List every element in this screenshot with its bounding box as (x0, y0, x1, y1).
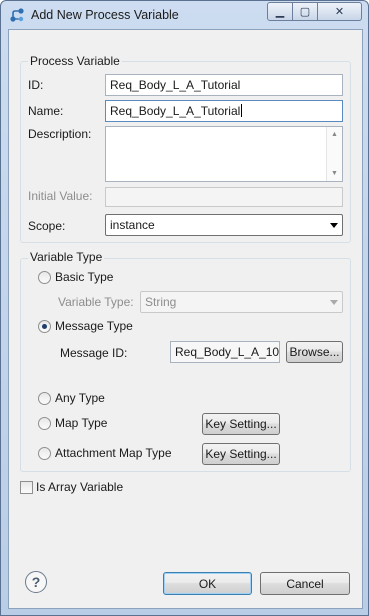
message-id-value: Req_Body_L_A_106 (175, 345, 280, 359)
scroll-down-icon[interactable]: ▼ (331, 170, 338, 177)
name-field[interactable]: Req_Body_L_A_Tutorial (105, 100, 343, 122)
message-id-field[interactable]: Req_Body_L_A_106 (170, 341, 280, 363)
text-cursor (241, 104, 243, 117)
maximize-icon: ▢ (299, 6, 311, 18)
minimize-icon: ▁ (275, 6, 285, 18)
id-label: ID: (28, 78, 44, 92)
name-value: Req_Body_L_A_Tutorial (110, 104, 241, 118)
variable-type-value: String (145, 295, 177, 309)
message-type-label[interactable]: Message Type (55, 319, 133, 333)
help-icon[interactable]: ? (25, 571, 47, 593)
any-type-label[interactable]: Any Type (55, 391, 105, 405)
map-key-setting-label: Key Setting... (205, 417, 277, 431)
is-array-label[interactable]: Is Array Variable (36, 480, 123, 494)
window-controls: ▁ ▢ ✕ (267, 2, 362, 21)
scope-label: Scope: (28, 219, 66, 233)
initial-value-field (105, 187, 343, 207)
description-scrollbar[interactable]: ▲ ▼ (326, 127, 342, 181)
description-label: Description: (28, 127, 92, 141)
title-bar[interactable]: Add New Process Variable ▁ ▢ ✕ (1, 1, 368, 29)
message-type-radio[interactable] (38, 320, 51, 333)
id-field[interactable]: Req_Body_L_A_Tutorial (105, 74, 343, 96)
scroll-up-icon[interactable]: ▲ (331, 131, 338, 138)
attachment-map-type-radio[interactable] (38, 447, 51, 460)
scope-value: instance (110, 218, 155, 232)
browse-button-label: Browse... (289, 345, 340, 359)
attachment-key-setting-label: Key Setting... (205, 447, 277, 461)
dialog-content: Process Variable ID: Req_Body_L_A_Tutori… (8, 29, 363, 609)
any-type-radio[interactable] (38, 392, 51, 405)
attachment-key-setting-button[interactable]: Key Setting... (202, 443, 280, 465)
name-label: Name: (28, 104, 64, 118)
cancel-button[interactable]: Cancel (260, 572, 350, 595)
initial-value-label: Initial Value: (28, 189, 93, 203)
ok-button[interactable]: OK (163, 572, 252, 595)
message-id-label: Message ID: (60, 346, 128, 360)
maximize-button[interactable]: ▢ (293, 2, 318, 21)
attachment-map-type-label[interactable]: Attachment Map Type (55, 446, 172, 460)
basic-type-radio[interactable] (38, 271, 51, 284)
minimize-button[interactable]: ▁ (267, 2, 293, 21)
ok-button-label: OK (198, 576, 217, 591)
browse-button[interactable]: Browse... (286, 341, 343, 363)
close-button[interactable]: ✕ (318, 2, 362, 21)
variable-type-group-label: Variable Type (28, 250, 105, 264)
scope-select[interactable]: instance (105, 214, 343, 236)
close-icon: ✕ (334, 6, 345, 18)
basic-type-label[interactable]: Basic Type (55, 270, 113, 284)
chevron-down-icon (330, 300, 338, 305)
map-type-label[interactable]: Map Type (55, 416, 107, 430)
description-field[interactable]: ▲ ▼ (105, 126, 343, 182)
id-value: Req_Body_L_A_Tutorial (110, 78, 241, 92)
dialog-window: Add New Process Variable ▁ ▢ ✕ Process V… (0, 0, 369, 616)
process-variable-group-label: Process Variable (28, 54, 122, 68)
is-array-checkbox[interactable] (20, 481, 33, 494)
variable-type-label: Variable Type: (58, 295, 134, 309)
window-title: Add New Process Variable (31, 8, 179, 22)
map-type-radio[interactable] (38, 417, 51, 430)
variable-type-select: String (140, 291, 343, 313)
chevron-down-icon (330, 223, 338, 228)
process-variable-icon (10, 8, 24, 22)
map-key-setting-button[interactable]: Key Setting... (202, 413, 280, 435)
cancel-button-label: Cancel (286, 576, 324, 591)
